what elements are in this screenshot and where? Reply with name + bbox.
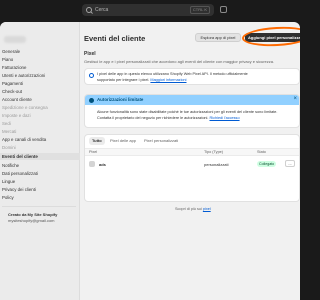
pixel-table: Tutto Pixel delle app Pixel personalizza… xyxy=(84,134,300,202)
sidebar-item-pagamenti[interactable]: Pagamenti xyxy=(0,80,80,87)
main-content: Eventi del cliente Esplora app di pixel … xyxy=(80,22,300,300)
sidebar-item-account-cliente[interactable]: Account cliente xyxy=(0,96,80,103)
tab-pixel-personalizzati[interactable]: Pixel personalizzati xyxy=(141,137,181,145)
info-text-body: supportato per integrare i pixel. xyxy=(97,78,150,82)
table-row[interactable]: ads personalizzati Collegato ... xyxy=(85,157,299,172)
sidebar-item-spedizione[interactable]: Spedizione e consegna xyxy=(0,104,80,111)
column-header-type: Tipo (Type) xyxy=(204,150,224,154)
table-header: Pixel Tipo (Type) Stato xyxy=(85,148,299,156)
sidebar-item-fatturazione[interactable]: Fatturazione xyxy=(0,64,80,71)
more-actions-button[interactable]: ... xyxy=(285,160,295,167)
sidebar-item-label: Domini xyxy=(2,145,16,150)
sidebar-item-label: Mercati xyxy=(2,129,17,134)
sidebar-item-label: Piano xyxy=(2,57,14,62)
top-bar: Cerca CTRL K xyxy=(0,0,300,22)
sidebar-item-label: Check-out xyxy=(2,89,23,94)
info-text-line2: supportato per integrare i pixel. Maggio… xyxy=(97,78,187,82)
permissions-text-line1: Alcune funzionalità sono state disabilit… xyxy=(97,110,278,114)
pixel-section-title: Pixel xyxy=(84,51,96,57)
sidebar-item-mercati[interactable]: Mercati xyxy=(0,128,80,135)
sidebar-item-dati-personalizzati[interactable]: Dati personalizzati xyxy=(0,170,80,177)
sidebar-footer-email: mysiteshopify@gmail.com xyxy=(8,218,55,223)
permissions-banner: Autorizzazioni limitate × Alcune funzion… xyxy=(84,94,300,128)
sidebar-item-label: Fatturazione xyxy=(2,65,27,70)
request-access-link[interactable]: Richiedi l'accesso xyxy=(210,116,240,120)
column-header-pixel: Pixel xyxy=(89,150,98,154)
sidebar-item-label: Utenti e autorizzazioni xyxy=(2,73,46,78)
search-input[interactable]: Cerca CTRL K xyxy=(82,4,214,16)
tab-pixel-app[interactable]: Pixel delle app xyxy=(107,137,139,145)
sidebar-item-label: Eventi del cliente xyxy=(2,154,38,159)
permissions-banner-header: Autorizzazioni limitate × xyxy=(85,95,299,105)
sidebar-item-app-canali[interactable]: App e canali di vendita xyxy=(0,136,80,143)
sidebar-footer-title: Creato da My Site Shopify xyxy=(8,212,58,217)
sidebar-item-label: Policy xyxy=(2,195,14,200)
pixel-section-description: Gestisci le app e i pixel personalizzati… xyxy=(84,59,275,64)
annotation-circle xyxy=(241,25,300,48)
sidebar-item-utenti[interactable]: Utenti e autorizzazioni xyxy=(0,72,80,79)
sidebar-item-label: App e canali di vendita xyxy=(2,137,47,142)
settings-window: Generale Piano Fatturazione Utenti e aut… xyxy=(0,22,300,300)
info-icon xyxy=(89,73,94,78)
pixel-type: personalizzati xyxy=(204,162,229,167)
sidebar-item-imposte[interactable]: Imposte e dazi xyxy=(0,112,80,119)
permissions-text-body: Contatta il proprietario del negozio per… xyxy=(97,116,209,120)
learn-more-text: Scopri di più sui pixel xyxy=(175,207,211,211)
sidebar-item-label: Notifiche xyxy=(2,163,20,168)
pixel-icon xyxy=(89,161,95,167)
sidebar-item-lingue[interactable]: Lingue xyxy=(0,178,80,185)
sidebar-item-generale[interactable]: Generale xyxy=(0,48,80,55)
sidebar-item-label: Dati personalizzati xyxy=(2,171,38,176)
search-shortcut: CTRL K xyxy=(189,6,210,14)
permissions-text-line2: Contatta il proprietario del negozio per… xyxy=(97,116,240,120)
permissions-banner-title: Autorizzazioni limitate xyxy=(97,97,144,102)
sidebar-item-label: Privacy dei clienti xyxy=(2,187,36,192)
sidebar-divider xyxy=(2,206,76,207)
status-badge: Collegato xyxy=(257,161,277,167)
sidebar-item-sedi[interactable]: Sedi xyxy=(0,120,80,127)
info-banner: I pixel delle app in questo elenco utili… xyxy=(84,68,300,85)
sidebar-item-label: Imposte e dazi xyxy=(2,113,31,118)
sidebar-item-label: Lingue xyxy=(2,179,16,184)
sidebar-item-label: Sedi xyxy=(2,121,11,126)
page-title: Eventi del cliente xyxy=(84,34,146,43)
explore-pixel-apps-button[interactable]: Esplora app di pixel xyxy=(195,33,241,42)
sidebar-item-label: Spedizione e consegna xyxy=(2,105,48,110)
sidebar-item-notifiche[interactable]: Notifiche xyxy=(0,162,80,169)
sidebar-item-label: Generale xyxy=(2,49,21,54)
pixel-name[interactable]: ads xyxy=(99,162,106,167)
extension-icon[interactable] xyxy=(220,6,227,13)
sidebar-item-eventi-cliente[interactable]: Eventi del cliente xyxy=(0,153,80,160)
search-icon xyxy=(86,7,92,13)
info-circle-icon xyxy=(89,97,94,103)
learn-more-prefix: Scopri di più sui xyxy=(175,207,202,211)
pixel-docs-link[interactable]: pixel xyxy=(203,207,211,211)
sidebar-item-policy[interactable]: Policy xyxy=(0,194,80,201)
settings-sidebar: Generale Piano Fatturazione Utenti e aut… xyxy=(0,22,80,300)
search-placeholder: Cerca xyxy=(95,7,109,13)
sidebar-item-label: Account cliente xyxy=(2,97,32,102)
learn-more-link[interactable]: Maggiori informazioni xyxy=(150,78,186,82)
sidebar-item-domini[interactable]: Domini xyxy=(0,144,80,151)
info-text-line1: I pixel delle app in questo elenco utili… xyxy=(97,72,248,76)
tab-tutto[interactable]: Tutto xyxy=(89,137,105,145)
sidebar-item-label: Pagamenti xyxy=(2,81,23,86)
store-name-blurred xyxy=(4,36,26,43)
sidebar-item-piano[interactable]: Piano xyxy=(0,56,80,63)
close-icon[interactable]: × xyxy=(293,96,297,103)
sidebar-item-privacy[interactable]: Privacy dei clienti xyxy=(0,186,80,193)
column-header-status: Stato xyxy=(257,150,266,154)
sidebar-item-checkout[interactable]: Check-out xyxy=(0,88,80,95)
